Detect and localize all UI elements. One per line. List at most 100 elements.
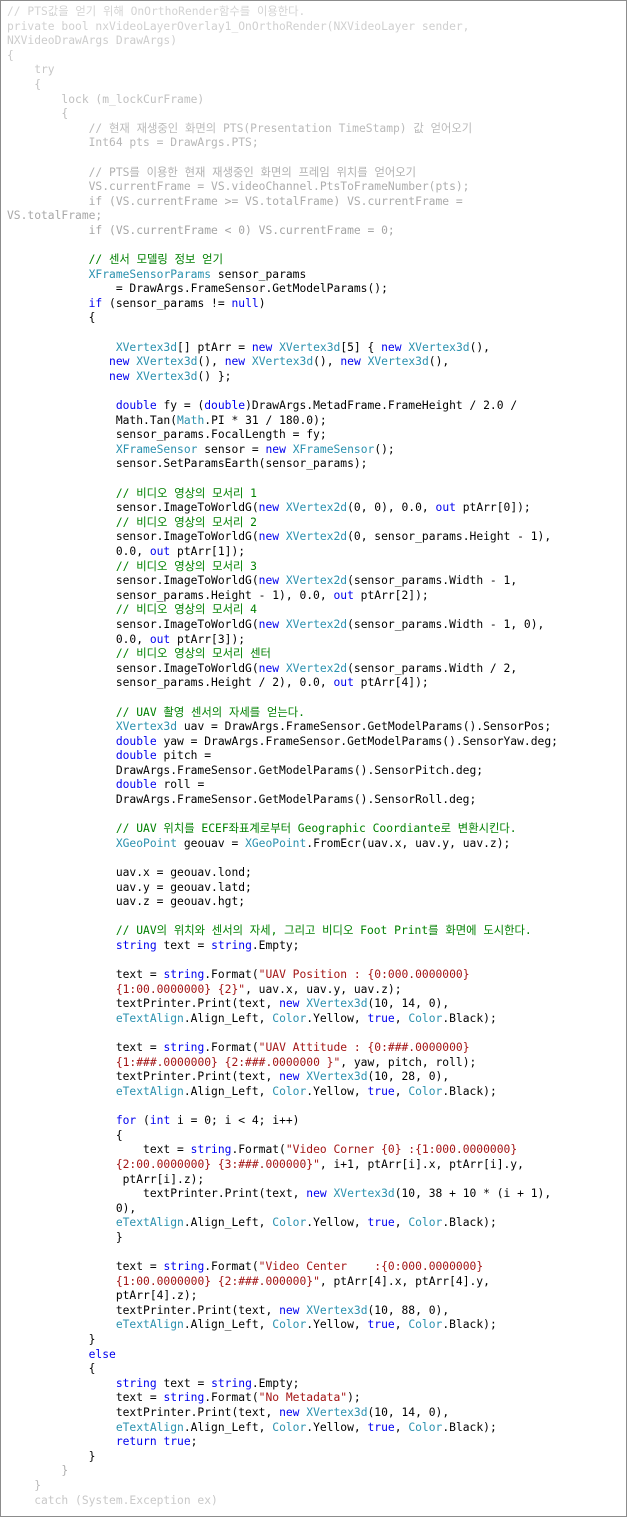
code-token: textPrinter.Print(text, xyxy=(7,997,280,1011)
code-token: out xyxy=(435,501,456,515)
code-token: XVertex2d xyxy=(285,574,348,588)
code-token: // 현재 재생중인 화면의 PTS(Presentation TimeStam… xyxy=(7,121,473,135)
code-token: string xyxy=(190,1143,232,1157)
code-token: return xyxy=(115,1435,157,1449)
code-token: , xyxy=(394,1011,409,1025)
code-line: uav.y = geouav.latd; xyxy=(7,881,624,896)
code-line: XVertex3d uav = DrawArgs.FrameSensor.Get… xyxy=(7,720,624,735)
code-token: eTextAlign xyxy=(115,1084,184,1098)
code-token: textPrinter.Print(text, xyxy=(7,1303,280,1317)
code-line: new XVertex3d(), new XVertex3d(), new XV… xyxy=(7,355,624,370)
code-line: else xyxy=(7,1348,624,1363)
code-token: ptArr[1]); xyxy=(170,544,246,558)
code-token: , i+1, ptArr[i].x, ptArr[i].y, xyxy=(319,1157,524,1171)
code-line: uav.x = geouav.lond; xyxy=(7,866,624,881)
code-token: sensor.ImageToWorldG( xyxy=(7,501,259,515)
code-token: catch (System.Exception ex) xyxy=(7,1493,218,1507)
code-line: // UAV 위치를 ECEF좌표계로부터 Geographic Coordia… xyxy=(7,822,624,837)
code-token: } xyxy=(7,1449,96,1463)
code-token: textPrinter.Print(text, xyxy=(7,1070,280,1084)
code-line: // 비디오 영상의 모서리 1 xyxy=(7,487,624,502)
code-token: private bool nxVideoLayerOverlay1_OnOrth… xyxy=(7,19,470,33)
code-token: geouav = xyxy=(177,836,246,850)
code-line: 0), xyxy=(7,1202,624,1217)
code-token: )DrawArgs.MetadFrame.FrameHeight / 2.0 / xyxy=(245,399,518,413)
code-token: .Yellow, xyxy=(306,1084,368,1098)
code-token: roll = xyxy=(156,778,205,792)
code-token: ; xyxy=(190,1435,198,1449)
code-token: .Align_Left, xyxy=(183,1011,273,1025)
code-token: new xyxy=(381,340,402,354)
code-token: XFrameSensor xyxy=(292,442,375,456)
code-line: textPrinter.Print(text, new XVertex3d(10… xyxy=(7,1070,624,1085)
code-token: ( xyxy=(136,1114,150,1128)
code-token: ptArr[0]); xyxy=(455,501,531,515)
code-line: eTextAlign.Align_Left, Color.Yellow, tru… xyxy=(7,1216,624,1231)
code-token: uav = DrawArgs.FrameSensor.GetModelParam… xyxy=(177,720,552,734)
code-token: Color xyxy=(408,1420,443,1434)
code-token: if (VS.currentFrame >= VS.totalFrame) VS… xyxy=(7,194,463,208)
code-token: out xyxy=(333,676,354,690)
code-line: textPrinter.Print(text, new XVertex3d(10… xyxy=(7,1304,624,1319)
code-line: return true; xyxy=(7,1435,624,1450)
code-token: eTextAlign xyxy=(115,1011,184,1025)
code-token: new xyxy=(279,1070,300,1084)
code-line: text = string.Format("UAV Attitude : {0:… xyxy=(7,1041,624,1056)
code-line: { xyxy=(7,49,624,64)
code-token: true xyxy=(367,1084,395,1098)
code-line: // 현재 재생중인 화면의 PTS(Presentation TimeStam… xyxy=(7,122,624,137)
code-token: , xyxy=(394,1318,409,1332)
code-token: sensor_params.Height / 2), 0.0, xyxy=(7,676,334,690)
code-token: int xyxy=(149,1114,171,1128)
code-line: // 비디오 영상의 모서리 2 xyxy=(7,516,624,531)
code-token: { xyxy=(7,311,96,325)
code-line: 0.0, out ptArr[3]); xyxy=(7,633,624,648)
code-token: try xyxy=(7,63,55,77)
code-token: () }; xyxy=(197,369,232,383)
code-token: text = xyxy=(156,939,212,952)
code-token: .Align_Left, xyxy=(183,1084,273,1098)
code-line: if (VS.currentFrame >= VS.totalFrame) VS… xyxy=(7,195,624,210)
code-token: "UAV Position : {0:000.0000000} xyxy=(258,968,470,982)
code-token: .Black); xyxy=(442,1084,497,1098)
code-line: ptArr[i].z); xyxy=(7,1173,624,1188)
code-token: Color xyxy=(408,1318,443,1332)
code-token: .Yellow, xyxy=(306,1011,368,1025)
code-line: Math.Tan(Math.PI * 31 / 180.0); xyxy=(7,414,624,429)
code-token: new xyxy=(224,355,246,369)
code-token: // UAV 위치를 ECEF좌표계로부터 Geographic Coordia… xyxy=(7,822,517,836)
code-token: out xyxy=(149,544,171,558)
code-token: .Black); xyxy=(442,1216,497,1230)
code-token: XVertex2d xyxy=(285,530,348,544)
code-token: new xyxy=(258,574,280,588)
code-token: true xyxy=(367,1011,395,1025)
code-token: sensor.ImageToWorldG( xyxy=(7,574,259,588)
code-token: .Empty; xyxy=(251,939,300,952)
code-token: sensor_params.Height - 1), 0.0, xyxy=(7,588,334,602)
code-token: Color xyxy=(272,1084,307,1098)
code-token: .Yellow, xyxy=(306,1318,368,1332)
code-token: text = xyxy=(7,1260,164,1274)
code-token: { xyxy=(7,1362,96,1376)
code-line: textPrinter.Print(text, new XVertex3d(10… xyxy=(7,997,624,1012)
code-token: XVertex3d xyxy=(333,1187,395,1201)
code-token: XVertex2d xyxy=(285,661,348,675)
code-token: // UAV의 위치와 센서의 자세, 그리고 비디오 Foot Print를 … xyxy=(7,924,532,938)
code-token: XVertex3d xyxy=(136,369,198,383)
code-token: uav.y = geouav.latd; xyxy=(7,880,252,894)
code-token: if xyxy=(88,296,103,310)
code-token: .PI * 31 / 180.0); xyxy=(204,413,327,427)
code-line: private bool nxVideoLayerOverlay1_OnOrth… xyxy=(7,20,624,35)
code-token: (10, 14, 0), xyxy=(367,997,450,1011)
code-token: ptArr[i].z); xyxy=(7,1172,205,1186)
code-token: yaw = DrawArgs.FrameSensor.GetModelParam… xyxy=(156,734,558,748)
